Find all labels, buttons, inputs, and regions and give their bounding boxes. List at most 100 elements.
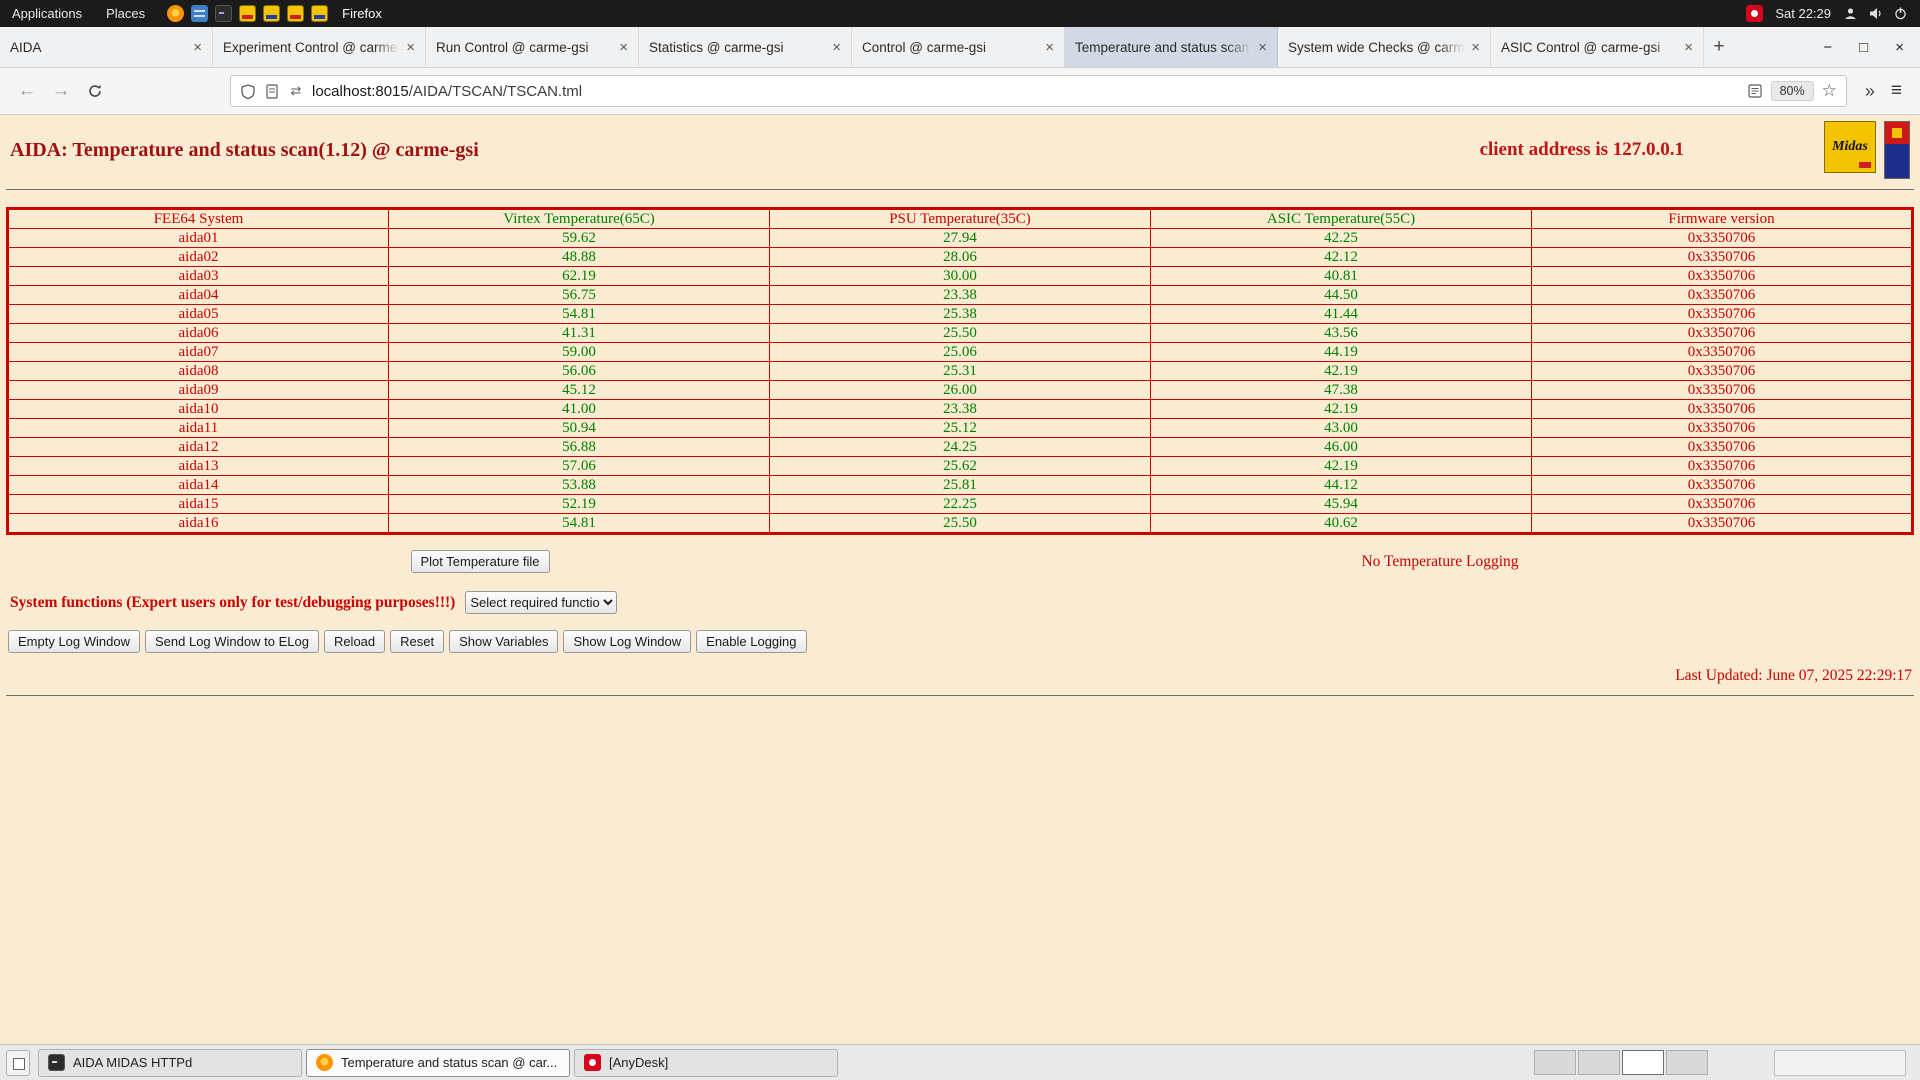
header-asic-temperature: ASIC Temperature(55C)	[1151, 209, 1532, 229]
browser-tab[interactable]: System wide Checks @ carme-gsi ×	[1278, 27, 1491, 67]
table-row: aida08 56.06 25.31 42.19 0x3350706	[8, 362, 1913, 381]
applications-menu[interactable]: Applications	[0, 0, 94, 27]
cell-asic-temperature: 41.44	[1151, 305, 1532, 324]
cell-virtex-temperature: 62.19	[389, 267, 770, 286]
cell-asic-temperature: 43.56	[1151, 324, 1532, 343]
cell-firmware-version: 0x3350706	[1532, 229, 1913, 248]
taskbar-tray	[1774, 1050, 1906, 1076]
tab-title: Experiment Control @ carme-gsi	[223, 40, 400, 55]
browser-tab[interactable]: AIDA ×	[0, 27, 213, 67]
tab-close-icon[interactable]: ×	[406, 39, 415, 56]
window-close-button[interactable]: ×	[1895, 39, 1904, 56]
site-info-icon[interactable]	[264, 83, 280, 99]
cell-asic-temperature: 42.19	[1151, 362, 1532, 381]
cell-firmware-version: 0x3350706	[1532, 400, 1913, 419]
terminal-launcher-icon[interactable]	[215, 5, 232, 22]
tab-close-icon[interactable]: ×	[1258, 39, 1267, 56]
cell-firmware-version: 0x3350706	[1532, 305, 1913, 324]
new-tab-button[interactable]: +	[1704, 27, 1734, 67]
tab-close-icon[interactable]: ×	[1045, 39, 1054, 56]
action-button[interactable]: Empty Log Window	[8, 630, 140, 653]
cell-fee64-name: aida12	[8, 438, 389, 457]
midas-logo: Midas	[1824, 121, 1876, 173]
tab-bar-spacer	[1734, 27, 1813, 67]
power-icon[interactable]	[1893, 6, 1908, 21]
reload-button[interactable]	[78, 74, 112, 108]
cell-asic-temperature: 47.38	[1151, 381, 1532, 400]
cell-firmware-version: 0x3350706	[1532, 457, 1913, 476]
browser-tab[interactable]: Experiment Control @ carme-gsi ×	[213, 27, 426, 67]
workspace-pager	[1534, 1050, 1708, 1075]
cell-fee64-name: aida07	[8, 343, 389, 362]
workspace-cell[interactable]	[1534, 1050, 1576, 1075]
tab-close-icon[interactable]: ×	[193, 39, 202, 56]
cell-virtex-temperature: 45.12	[389, 381, 770, 400]
browser-tab[interactable]: Run Control @ carme-gsi ×	[426, 27, 639, 67]
action-button[interactable]: Enable Logging	[696, 630, 806, 653]
cell-psu-temperature: 23.38	[770, 400, 1151, 419]
taskbar-item-anydesk[interactable]: [AnyDesk]	[574, 1049, 838, 1077]
browser-tab[interactable]: Temperature and status scan @ carme-gsi …	[1065, 27, 1278, 67]
midas-app-icon-3[interactable]	[287, 5, 304, 22]
tracking-shield-icon[interactable]	[240, 83, 256, 99]
workspace-cell[interactable]	[1622, 1050, 1664, 1075]
workspace-cell[interactable]	[1578, 1050, 1620, 1075]
users-status-icon[interactable]	[1843, 6, 1858, 21]
cell-virtex-temperature: 56.88	[389, 438, 770, 457]
workspace-cell[interactable]	[1666, 1050, 1708, 1075]
hamburger-menu-icon[interactable]: ≡	[1883, 80, 1910, 102]
zoom-level-indicator[interactable]: 80%	[1771, 81, 1814, 101]
window-maximize-button[interactable]: □	[1859, 39, 1868, 56]
function-select[interactable]: Select required function	[465, 591, 617, 614]
taskbar-item-firefox[interactable]: Temperature and status scan @ car...	[306, 1049, 570, 1077]
cell-virtex-temperature: 59.62	[389, 229, 770, 248]
reader-mode-icon[interactable]	[1747, 83, 1763, 99]
cell-asic-temperature: 44.12	[1151, 476, 1532, 495]
cell-firmware-version: 0x3350706	[1532, 362, 1913, 381]
tab-close-icon[interactable]: ×	[832, 39, 841, 56]
cell-fee64-name: aida05	[8, 305, 389, 324]
taskbar-item-midas-httpd[interactable]: AIDA MIDAS HTTPd	[38, 1049, 302, 1077]
table-row: aida15 52.19 22.25 45.94 0x3350706	[8, 495, 1913, 514]
tab-close-icon[interactable]: ×	[1471, 39, 1480, 56]
action-button[interactable]: Send Log Window to ELog	[145, 630, 319, 653]
action-button[interactable]: Show Log Window	[563, 630, 691, 653]
forward-button[interactable]: →	[44, 74, 78, 108]
firefox-launcher-icon[interactable]	[167, 5, 184, 22]
plot-temperature-button[interactable]: Plot Temperature file	[411, 550, 550, 573]
show-desktop-button[interactable]	[6, 1050, 30, 1076]
volume-icon[interactable]	[1868, 6, 1883, 21]
browser-tab[interactable]: Statistics @ carme-gsi ×	[639, 27, 852, 67]
bookmark-star-icon[interactable]: ☆	[1822, 81, 1837, 101]
cell-virtex-temperature: 54.81	[389, 514, 770, 534]
back-button[interactable]: ←	[10, 74, 44, 108]
action-button[interactable]: Reset	[390, 630, 444, 653]
connection-icon[interactable]: ⇄	[288, 83, 304, 99]
footer-divider	[6, 695, 1914, 696]
url-host: localhost:8015	[312, 83, 409, 100]
table-row: aida03 62.19 30.00 40.81 0x3350706	[8, 267, 1913, 286]
cell-asic-temperature: 42.19	[1151, 457, 1532, 476]
places-menu[interactable]: Places	[94, 0, 157, 27]
tab-close-icon[interactable]: ×	[619, 39, 628, 56]
clock[interactable]: Sat 22:29	[1775, 6, 1831, 21]
browser-tab[interactable]: ASIC Control @ carme-gsi ×	[1491, 27, 1704, 67]
midas-app-icon-1[interactable]	[239, 5, 256, 22]
url-text[interactable]: localhost:8015/AIDA/TSCAN/TSCAN.tml	[312, 83, 1739, 100]
anydesk-tray-icon[interactable]	[1746, 5, 1763, 22]
cell-fee64-name: aida11	[8, 419, 389, 438]
window-minimize-button[interactable]: −	[1823, 39, 1832, 56]
tab-close-icon[interactable]: ×	[1684, 39, 1693, 56]
cell-asic-temperature: 42.25	[1151, 229, 1532, 248]
cell-fee64-name: aida09	[8, 381, 389, 400]
files-launcher-icon[interactable]	[191, 5, 208, 22]
midas-app-icon-2[interactable]	[263, 5, 280, 22]
cell-firmware-version: 0x3350706	[1532, 514, 1913, 534]
action-button[interactable]: Show Variables	[449, 630, 558, 653]
url-bar[interactable]: ⇄ localhost:8015/AIDA/TSCAN/TSCAN.tml 80…	[230, 75, 1847, 107]
midas-app-icon-4[interactable]	[311, 5, 328, 22]
header-firmware-version: Firmware version	[1532, 209, 1913, 229]
overflow-menu-icon[interactable]: »	[1857, 81, 1883, 102]
action-button[interactable]: Reload	[324, 630, 385, 653]
browser-tab[interactable]: Control @ carme-gsi ×	[852, 27, 1065, 67]
